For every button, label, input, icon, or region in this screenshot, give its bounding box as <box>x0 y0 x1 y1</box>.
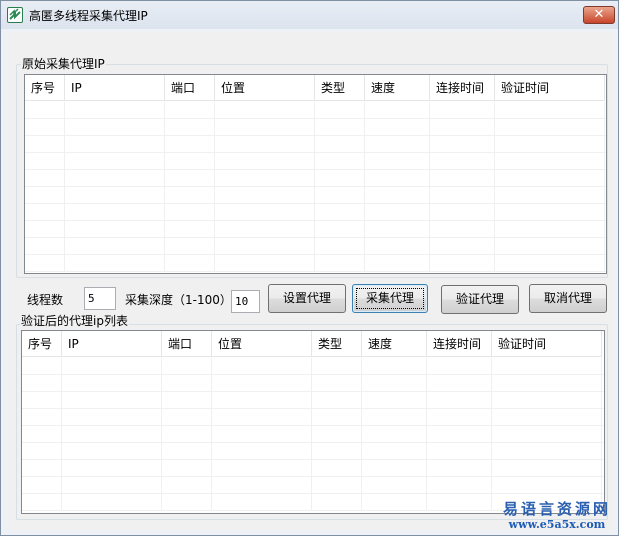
column-header[interactable]: 序号 <box>22 331 62 357</box>
table-row <box>25 187 606 204</box>
set-proxy-button[interactable]: 设置代理 <box>268 284 346 313</box>
verified-proxy-group-label: 验证后的代理ip列表 <box>20 314 129 328</box>
cancel-proxy-button[interactable]: 取消代理 <box>529 284 607 313</box>
column-header[interactable]: IP <box>65 75 165 101</box>
window-title: 高匿多线程采集代理IP <box>29 9 148 23</box>
column-header[interactable]: 端口 <box>165 75 215 101</box>
collect-proxy-button[interactable]: 采集代理 <box>352 284 428 313</box>
table-row <box>22 477 604 494</box>
client-area: 原始采集代理IP 序号IP端口位置类型速度连接时间验证时间 线程数 采集深度（1… <box>8 32 613 530</box>
table-row <box>25 153 606 170</box>
column-header[interactable]: 验证时间 <box>495 75 605 101</box>
threads-label: 线程数 <box>27 293 64 307</box>
verified-proxy-list[interactable]: 序号 IP 端口 位置 类型 速度 连接时间 验证时间 <box>21 330 605 514</box>
depth-input[interactable] <box>231 290 260 313</box>
table-row <box>22 460 604 477</box>
app-icon <box>7 7 23 23</box>
column-header[interactable]: 类型 <box>312 331 362 357</box>
watermark-url: www.e5a5x.com <box>508 518 606 531</box>
column-header[interactable]: 端口 <box>162 331 212 357</box>
original-proxy-list-body[interactable] <box>25 102 606 273</box>
column-header[interactable]: 速度 <box>362 331 427 357</box>
column-header[interactable]: 类型 <box>315 75 365 101</box>
verify-proxy-button[interactable]: 验证代理 <box>441 285 519 314</box>
column-header[interactable]: 位置 <box>212 331 312 357</box>
depth-label: 采集深度（1-100） <box>125 293 232 307</box>
title-bar[interactable]: 高匿多线程采集代理IP ✕ <box>1 1 618 29</box>
table-row <box>22 375 604 392</box>
watermark-brand: 易语言资源网 <box>502 500 611 518</box>
original-proxy-list-header: 序号 IP 端口 位置 类型 速度 连接时间 验证时间 <box>25 75 605 101</box>
verified-proxy-list-header: 序号 IP 端口 位置 类型 速度 连接时间 验证时间 <box>22 331 602 357</box>
table-row <box>25 221 606 238</box>
table-row <box>22 409 604 426</box>
table-row <box>22 358 604 375</box>
table-row <box>25 238 606 255</box>
table-row <box>25 102 606 119</box>
original-proxy-list[interactable]: 序号 IP 端口 位置 类型 速度 连接时间 验证时间 <box>24 74 607 274</box>
table-row <box>25 136 606 153</box>
table-row <box>25 170 606 187</box>
verified-proxy-list-body[interactable] <box>22 358 604 513</box>
table-row <box>22 392 604 409</box>
column-header[interactable]: 位置 <box>215 75 315 101</box>
original-proxy-group-label: 原始采集代理IP <box>21 57 106 71</box>
column-header[interactable]: IP <box>62 331 162 357</box>
column-header[interactable]: 连接时间 <box>427 331 492 357</box>
table-row <box>22 443 604 460</box>
table-row <box>25 119 606 136</box>
table-row <box>22 426 604 443</box>
table-row <box>25 204 606 221</box>
table-row <box>25 255 606 272</box>
close-icon: ✕ <box>593 7 605 22</box>
column-header[interactable]: 连接时间 <box>430 75 495 101</box>
column-header[interactable]: 验证时间 <box>492 331 602 357</box>
watermark-logo: 易语言资源网 www.e5a5x.com <box>499 500 615 532</box>
column-header[interactable]: 速度 <box>365 75 430 101</box>
threads-input[interactable] <box>84 287 116 310</box>
close-button[interactable]: ✕ <box>583 6 615 24</box>
main-window: 高匿多线程采集代理IP ✕ 原始采集代理IP 序号 IP 端口 位置 类型 速度 连接时间验… <box>0 0 619 536</box>
column-header[interactable]: 序号 <box>25 75 65 101</box>
